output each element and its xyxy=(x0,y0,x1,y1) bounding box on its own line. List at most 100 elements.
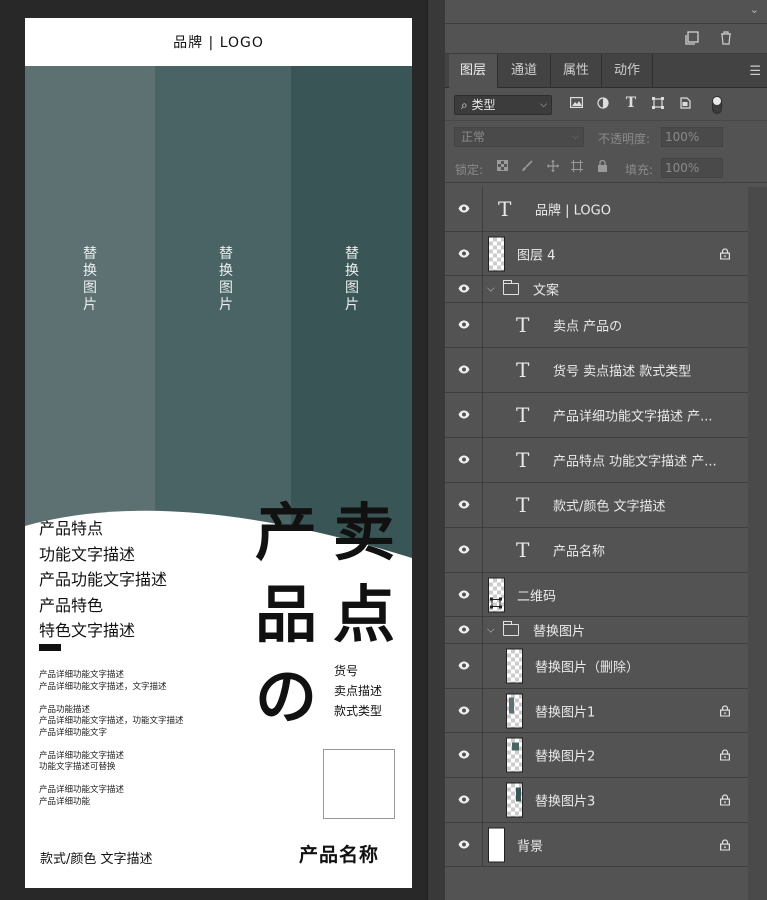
lock-icon xyxy=(720,791,731,810)
layer-kind-select[interactable]: ⌕ 类型 ⌵ xyxy=(454,95,552,115)
visibility-eye-icon[interactable] xyxy=(445,276,483,302)
layer-name[interactable]: 替换图片（删除） xyxy=(535,657,639,676)
headline-char-chan[interactable]: 产 xyxy=(255,502,317,564)
visibility-eye-icon[interactable] xyxy=(445,483,483,527)
layer-name[interactable]: 品牌 | LOGO xyxy=(535,200,611,219)
detail-line: 产品功能描述 xyxy=(39,704,91,715)
headline-char-dian[interactable]: 点 xyxy=(333,584,395,646)
qr-code-placeholder[interactable] xyxy=(323,749,395,819)
collapse-chevron-icon[interactable]: ⌄ xyxy=(750,3,759,16)
visibility-eye-icon[interactable] xyxy=(445,617,483,643)
tab-actions[interactable]: 动作 xyxy=(602,54,652,88)
visibility-eye-icon[interactable] xyxy=(445,348,483,392)
artboard[interactable]: 品牌 | LOGO 替换图片 替换图片 替换图片 产品特点 功能文字描述 产品功… xyxy=(25,18,412,888)
brand-logo-text[interactable]: 品牌 | LOGO xyxy=(25,18,412,66)
feature-line: 特色文字描述 xyxy=(39,621,136,640)
layer-name[interactable]: 款式/颜色 文字描述 xyxy=(553,496,666,515)
lock-artboard-icon[interactable] xyxy=(571,160,583,175)
layer-name[interactable]: 图层 4 xyxy=(517,244,555,263)
replace-image-3[interactable]: 替换图片 xyxy=(291,66,412,566)
lock-all-icon[interactable] xyxy=(597,159,608,175)
layer-row[interactable]: T 卖点 产品の xyxy=(445,303,748,348)
lock-transparent-icon[interactable] xyxy=(497,160,508,174)
trash-icon[interactable] xyxy=(719,31,733,49)
visibility-eye-icon[interactable] xyxy=(445,187,483,231)
details-text[interactable]: 产品详细功能文字描述 产品详细功能文字描述，文字描述 产品功能描述 产品详细功能… xyxy=(39,670,184,820)
layer-row[interactable]: T 款式/颜色 文字描述 xyxy=(445,483,748,528)
document-canvas-area[interactable]: 品牌 | LOGO 替换图片 替换图片 替换图片 产品特点 功能文字描述 产品功… xyxy=(0,0,427,900)
layer-row[interactable]: T 货号 卖点描述 款式类型 xyxy=(445,348,748,393)
layer-row[interactable]: ⌵ 替换图片 xyxy=(445,617,748,644)
visibility-eye-icon[interactable] xyxy=(445,528,483,572)
layer-name[interactable]: 卖点 产品の xyxy=(553,316,622,335)
visibility-eye-icon[interactable] xyxy=(445,689,483,732)
visibility-eye-icon[interactable] xyxy=(445,232,483,275)
kind-select-value: 类型 xyxy=(471,98,496,112)
visibility-eye-icon[interactable] xyxy=(445,393,483,437)
opacity-field[interactable]: 100% xyxy=(661,127,723,147)
layer-row[interactable]: ⌵ 文案 xyxy=(445,276,748,303)
tab-properties[interactable]: 属性 xyxy=(551,54,601,88)
shape-filter-icon[interactable] xyxy=(650,97,666,112)
visibility-eye-icon[interactable] xyxy=(445,438,483,482)
text-layer-icon: T xyxy=(516,493,530,517)
smart-object-filter-icon[interactable] xyxy=(677,97,693,112)
tab-layers[interactable]: 图层 xyxy=(449,54,497,88)
headline-char-mai[interactable]: 卖 xyxy=(333,502,395,564)
layer-row[interactable]: T 产品特点 功能文字描述 产... xyxy=(445,438,748,483)
layer-name[interactable]: 替换图片3 xyxy=(535,791,595,810)
layer-thumbnail xyxy=(506,737,523,773)
layer-row[interactable]: 替换图片2 xyxy=(445,733,748,778)
sell-meta-text[interactable]: 货号 卖点描述 款式类型 xyxy=(334,661,382,721)
replace-image-2[interactable]: 替换图片 xyxy=(155,66,291,566)
lock-move-icon[interactable] xyxy=(547,160,559,175)
layer-name[interactable]: 产品名称 xyxy=(553,541,605,560)
layer-name[interactable]: 二维码 xyxy=(517,585,556,604)
visibility-eye-icon[interactable] xyxy=(445,733,483,777)
visibility-eye-icon[interactable] xyxy=(445,823,483,866)
layer-row[interactable]: 二维码 xyxy=(445,573,748,617)
layer-name[interactable]: 货号 卖点描述 款式类型 xyxy=(553,361,691,380)
visibility-eye-icon[interactable] xyxy=(445,303,483,347)
style-color-text[interactable]: 款式/颜色 文字描述 xyxy=(40,848,153,867)
headline-char-no[interactable]: の xyxy=(255,666,317,728)
features-text[interactable]: 产品特点 功能文字描述 产品功能文字描述 产品特色 特色文字描述 xyxy=(39,516,167,644)
layer-row[interactable]: 替换图片（删除） xyxy=(445,644,748,689)
layer-row[interactable]: T 品牌 | LOGO xyxy=(445,187,748,232)
detail-group: 产品详细功能文字描述 产品详细功能 xyxy=(39,785,184,808)
new-document-icon[interactable] xyxy=(685,31,699,49)
lock-brush-icon[interactable] xyxy=(521,160,533,175)
pixel-filter-icon[interactable] xyxy=(568,97,584,111)
product-name-text[interactable]: 产品名称 xyxy=(299,840,379,867)
layer-name[interactable]: 文案 xyxy=(533,280,559,299)
layer-name[interactable]: 背景 xyxy=(517,835,543,854)
panel-divider[interactable] xyxy=(427,0,445,900)
layer-name[interactable]: 替换图片1 xyxy=(535,701,595,720)
headline-char-pin[interactable]: 品 xyxy=(255,584,317,646)
layer-name[interactable]: 替换图片2 xyxy=(535,746,595,765)
fill-field[interactable]: 100% xyxy=(661,158,723,178)
layer-row[interactable]: T 产品名称 xyxy=(445,528,748,573)
layer-row[interactable]: 图层 4 xyxy=(445,232,748,276)
blend-mode-select[interactable]: 正常 ⌵ xyxy=(454,127,584,147)
visibility-eye-icon[interactable] xyxy=(445,644,483,688)
replace-image-1[interactable]: 替换图片 xyxy=(25,66,155,566)
layer-name[interactable]: 产品特点 功能文字描述 产... xyxy=(553,451,717,470)
layer-row[interactable]: 背景 xyxy=(445,823,748,867)
visibility-eye-icon[interactable] xyxy=(445,778,483,822)
visibility-eye-icon[interactable] xyxy=(445,573,483,616)
layer-name[interactable]: 产品详细功能文字描述 产... xyxy=(553,406,713,425)
layer-row[interactable]: 替换图片3 xyxy=(445,778,748,823)
type-filter-icon[interactable]: T xyxy=(623,95,639,111)
panel-scrollbar[interactable] xyxy=(748,187,767,900)
group-expand-chevron-icon[interactable]: ⌵ xyxy=(487,284,495,295)
panel-menu-icon[interactable]: ☰ xyxy=(749,64,761,79)
layer-row[interactable]: T 产品详细功能文字描述 产... xyxy=(445,393,748,438)
filter-toggle[interactable] xyxy=(712,96,722,114)
tab-channels[interactable]: 通道 xyxy=(498,54,550,88)
adjustment-filter-icon[interactable] xyxy=(595,97,611,112)
layer-row[interactable]: 替换图片1 xyxy=(445,689,748,733)
layer-name[interactable]: 替换图片 xyxy=(533,621,585,640)
group-expand-chevron-icon[interactable]: ⌵ xyxy=(487,625,495,636)
feature-line: 产品特色 xyxy=(39,595,104,615)
